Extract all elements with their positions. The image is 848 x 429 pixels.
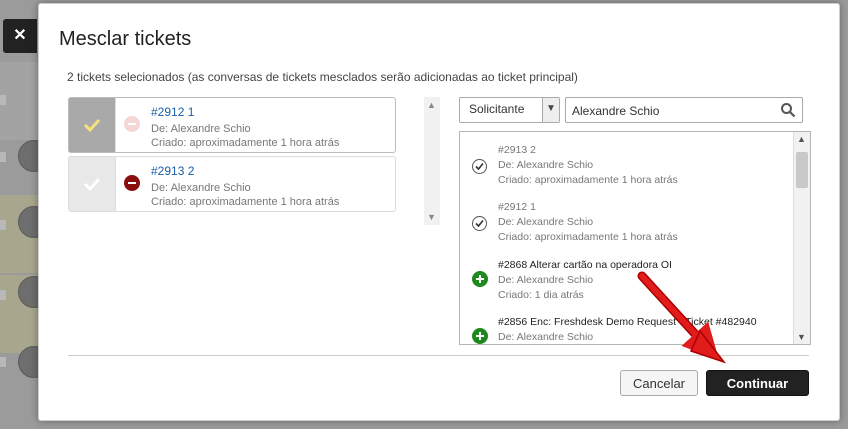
close-icon: ✕ xyxy=(13,27,27,44)
result-requester: De: Alexandre Schio xyxy=(498,331,594,343)
remove-ticket-icon[interactable] xyxy=(124,175,140,191)
ticket-requester: De: Alexandre Schio xyxy=(151,182,251,194)
result-requester: De: Alexandre Schio xyxy=(498,216,594,228)
selection-summary: 2 tickets selecionados (as conversas de … xyxy=(67,70,578,84)
primary-ticket-toggle[interactable] xyxy=(69,157,116,211)
results-scrollbar[interactable]: ▲ ▼ xyxy=(793,132,810,344)
selected-check-icon xyxy=(472,159,487,174)
ticket-created: Criado: aproximadamente 1 hora atrás xyxy=(151,196,340,208)
search-input[interactable] xyxy=(570,101,774,121)
scrollbar-thumb[interactable] xyxy=(796,152,808,188)
divider xyxy=(68,355,809,356)
scroll-up-icon[interactable]: ▲ xyxy=(427,100,436,110)
res-title: #2856 Enc: Freshdesk Demo Request - Tick… xyxy=(498,316,757,328)
continue-button[interactable]: Continuar xyxy=(706,370,809,396)
check-icon xyxy=(83,118,101,132)
scroll-down-icon[interactable]: ▼ xyxy=(427,212,436,222)
res-title: #2912 1 xyxy=(498,201,536,213)
result-created: Criado: 1 dia atrás xyxy=(498,289,584,301)
ticket-number-link[interactable]: #2913 2 xyxy=(151,164,194,178)
ticket-created: Criado: aproximadamente 1 hora atrás xyxy=(151,137,340,149)
result-created: Criado: aproximadamente 1 hora atrás xyxy=(498,231,678,243)
search-field-value: Solicitante xyxy=(469,102,525,116)
background-checkbox xyxy=(0,357,6,367)
dialog-title: Mesclar tickets xyxy=(59,28,192,50)
cancel-button[interactable]: Cancelar xyxy=(620,370,698,396)
background-checkbox xyxy=(0,290,6,300)
background-row xyxy=(0,62,40,140)
scroll-up-icon[interactable]: ▲ xyxy=(797,134,806,144)
background-checkbox xyxy=(0,220,6,230)
search-box[interactable] xyxy=(565,97,803,123)
ticket-requester: De: Alexandre Schio xyxy=(151,123,251,135)
ticket-number-link[interactable]: #2912 1 xyxy=(151,105,194,119)
selected-check-icon xyxy=(472,216,487,231)
res-title: #2913 2 xyxy=(498,144,536,156)
result-created: Criado: aproximadamente 1 hora atrás xyxy=(498,174,678,186)
primary-ticket-toggle[interactable] xyxy=(69,98,116,152)
background-checkbox xyxy=(0,152,6,162)
merge-tickets-dialog: Mesclar tickets 2 tickets selecionados (… xyxy=(38,3,840,421)
selected-list-scrollbar[interactable]: ▲ ▼ xyxy=(424,97,440,225)
selected-tickets-list: #2912 1 De: Alexandre Schio Criado: apro… xyxy=(68,97,396,215)
close-button[interactable]: ✕ xyxy=(3,19,37,53)
result-requester: De: Alexandre Schio xyxy=(498,159,594,171)
background-checkbox xyxy=(0,95,6,105)
add-ticket-icon[interactable] xyxy=(472,271,488,287)
chevron-down-icon[interactable]: ▼ xyxy=(542,98,559,122)
res-title: #2868 Alterar cartão na operadora OI xyxy=(498,259,672,271)
search-results: #2913 2 De: Alexandre Schio Criado: apro… xyxy=(459,131,811,345)
result-requester: De: Alexandre Schio xyxy=(498,274,594,286)
selected-ticket[interactable]: #2913 2 De: Alexandre Schio Criado: apro… xyxy=(68,156,396,212)
search-field-select[interactable]: Solicitante ▼ xyxy=(459,97,560,123)
remove-ticket-icon[interactable] xyxy=(124,116,140,132)
scroll-down-icon[interactable]: ▼ xyxy=(797,332,806,342)
add-ticket-icon[interactable] xyxy=(472,328,488,344)
selected-ticket[interactable]: #2912 1 De: Alexandre Schio Criado: apro… xyxy=(68,97,396,153)
check-icon xyxy=(83,177,101,191)
search-icon[interactable] xyxy=(780,102,796,118)
